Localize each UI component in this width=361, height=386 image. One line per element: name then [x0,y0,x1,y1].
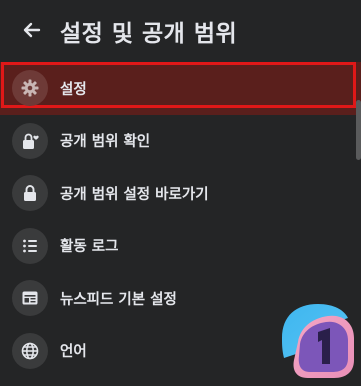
scrollbar[interactable] [356,100,361,160]
list-icon [12,227,48,264]
globe-icon [12,332,48,369]
page-title: 설정 및 공개 범위 [60,21,238,47]
gear-icon [12,70,48,107]
logo-watermark-icon [282,304,354,378]
menu-item-label: 활동 로그 [60,239,119,256]
lock-icon [12,175,48,212]
menu-item-settings[interactable]: 설정 [0,62,361,115]
lock-heart-icon [12,122,48,159]
newsfeed-icon [12,280,48,317]
header: 설정 및 공개 범위 [0,0,361,62]
menu-item-privacy-shortcuts[interactable]: 공개 범위 설정 바로가기 [0,167,361,220]
settings-panel: 설정 및 공개 범위 설정 공개 범위 확인 공개 범위 설정 바로가기 활동 … [0,0,361,386]
arrow-left-icon [23,22,41,38]
selection-highlight [1,62,356,108]
back-button[interactable] [18,16,46,44]
menu-item-label: 설정 [60,81,87,98]
menu-item-label: 언어 [60,344,87,361]
menu-item-label: 공개 범위 확인 [60,134,151,151]
menu-item-label: 공개 범위 설정 바로가기 [60,186,209,203]
menu-item-activity-log[interactable]: 활동 로그 [0,220,361,273]
menu-item-privacy-checkup[interactable]: 공개 범위 확인 [0,115,361,168]
menu-item-label: 뉴스피드 기본 설정 [60,291,177,308]
